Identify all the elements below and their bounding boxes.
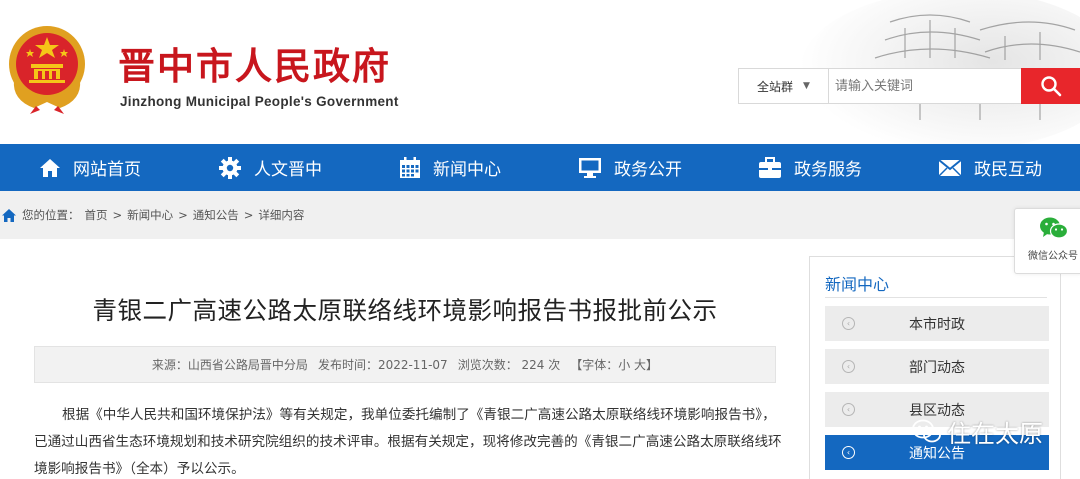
search-bar: 全站群 ▼: [738, 68, 1080, 104]
breadcrumb: 您的位置： 首页 > 新闻中心 > 通知公告 > 详细内容: [0, 191, 1080, 239]
sidebar-title: 新闻中心: [825, 275, 890, 294]
wechat-label: 微信公众号: [1028, 251, 1078, 262]
breadcrumb-separator: >: [243, 208, 254, 222]
nav-item-interaction[interactable]: 政民互动: [900, 144, 1080, 191]
calendar-icon: [400, 156, 420, 178]
sidebar-item-label: 部门动态: [909, 359, 965, 376]
search-button[interactable]: [1021, 68, 1080, 104]
font-size-toggle[interactable]: 【字体：小 大】: [570, 356, 658, 373]
breadcrumb-separator: >: [178, 208, 188, 222]
search-input[interactable]: [829, 69, 1021, 103]
wechat-float-button[interactable]: 微信公众号: [1014, 208, 1080, 274]
breadcrumb-separator: >: [112, 208, 123, 222]
chevron-left-circle-icon: ‹: [842, 446, 855, 459]
article-source: 来源：山西省公路局晋中分局: [151, 358, 308, 372]
article-views: 浏览次数： 224 次: [457, 358, 561, 372]
nav-item-label: 政务服务: [794, 160, 862, 180]
nav-item-label: 人文晋中: [254, 160, 322, 180]
briefcase-icon: [759, 156, 781, 178]
chevron-left-circle-icon: ‹: [842, 317, 855, 330]
breadcrumb-link-notices[interactable]: 通知公告: [193, 207, 239, 223]
wechat-logo-icon: [912, 419, 941, 442]
main-nav: 网站首页 人文晋中 新闻中心 政务公开 政务服务 政民互动: [0, 144, 1080, 191]
account-watermark: 住在太原: [912, 414, 1043, 449]
site-title: 晋中市人民政府: [118, 45, 391, 88]
nav-item-gov-affairs[interactable]: 政务公开: [540, 144, 720, 191]
chevron-left-circle-icon: ‹: [842, 403, 855, 416]
home-icon: [40, 158, 60, 177]
national-emblem-logo: [9, 26, 85, 114]
breadcrumb-link-home[interactable]: 首页: [85, 207, 108, 223]
sidebar-item-city-affairs[interactable]: ‹ 本市时政: [825, 306, 1049, 341]
search-icon: [1041, 76, 1062, 97]
envelope-icon: [938, 158, 962, 177]
nav-item-label: 政务公开: [614, 160, 682, 180]
nav-item-label: 新闻中心: [433, 160, 501, 180]
sidebar-item-department-news[interactable]: ‹ 部门动态: [825, 349, 1049, 384]
search-scope-label: 全站群: [757, 79, 794, 94]
search-scope-select[interactable]: 全站群 ▼: [739, 69, 829, 103]
wechat-icon: [1040, 217, 1069, 239]
breadcrumb-current: 详细内容: [258, 208, 305, 222]
article-title: 青银二广高速公路太原联络线环境影响报告书报批前公示: [92, 296, 718, 325]
nav-item-home[interactable]: 网站首页: [0, 144, 180, 191]
monitor-icon: [579, 157, 601, 178]
nav-item-label: 政民互动: [974, 160, 1042, 180]
article-body: 根据《中华人民共和国环境保护法》等有关规定，我单位委托编制了《青银二广高速公路太…: [34, 407, 782, 477]
site-title-english: Jinzhong Municipal People's Government: [120, 94, 399, 109]
home-icon: [2, 208, 16, 222]
breadcrumb-prefix: 您的位置：: [22, 208, 80, 222]
breadcrumb-link-news[interactable]: 新闻中心: [127, 207, 173, 223]
site-header: 晋中市人民政府 Jinzhong Municipal People's Gove…: [0, 0, 1080, 144]
watermark-text: 住在太原: [947, 420, 1043, 448]
nav-item-services[interactable]: 政务服务: [720, 144, 900, 191]
sidebar-item-label: 本市时政: [909, 316, 965, 333]
nav-item-label: 网站首页: [73, 160, 141, 180]
gear-icon: [219, 156, 241, 179]
sidebar-divider: [825, 297, 1047, 298]
chevron-left-circle-icon: ‹: [842, 360, 855, 373]
chevron-down-icon: ▼: [803, 81, 810, 91]
nav-item-news[interactable]: 新闻中心: [360, 144, 540, 191]
article-meta: 来源：山西省公路局晋中分局 发布时间：2022-11-07 浏览次数： 224 …: [34, 346, 776, 383]
nav-item-culture[interactable]: 人文晋中: [180, 144, 360, 191]
article-date: 发布时间：2022-11-07: [317, 358, 448, 372]
